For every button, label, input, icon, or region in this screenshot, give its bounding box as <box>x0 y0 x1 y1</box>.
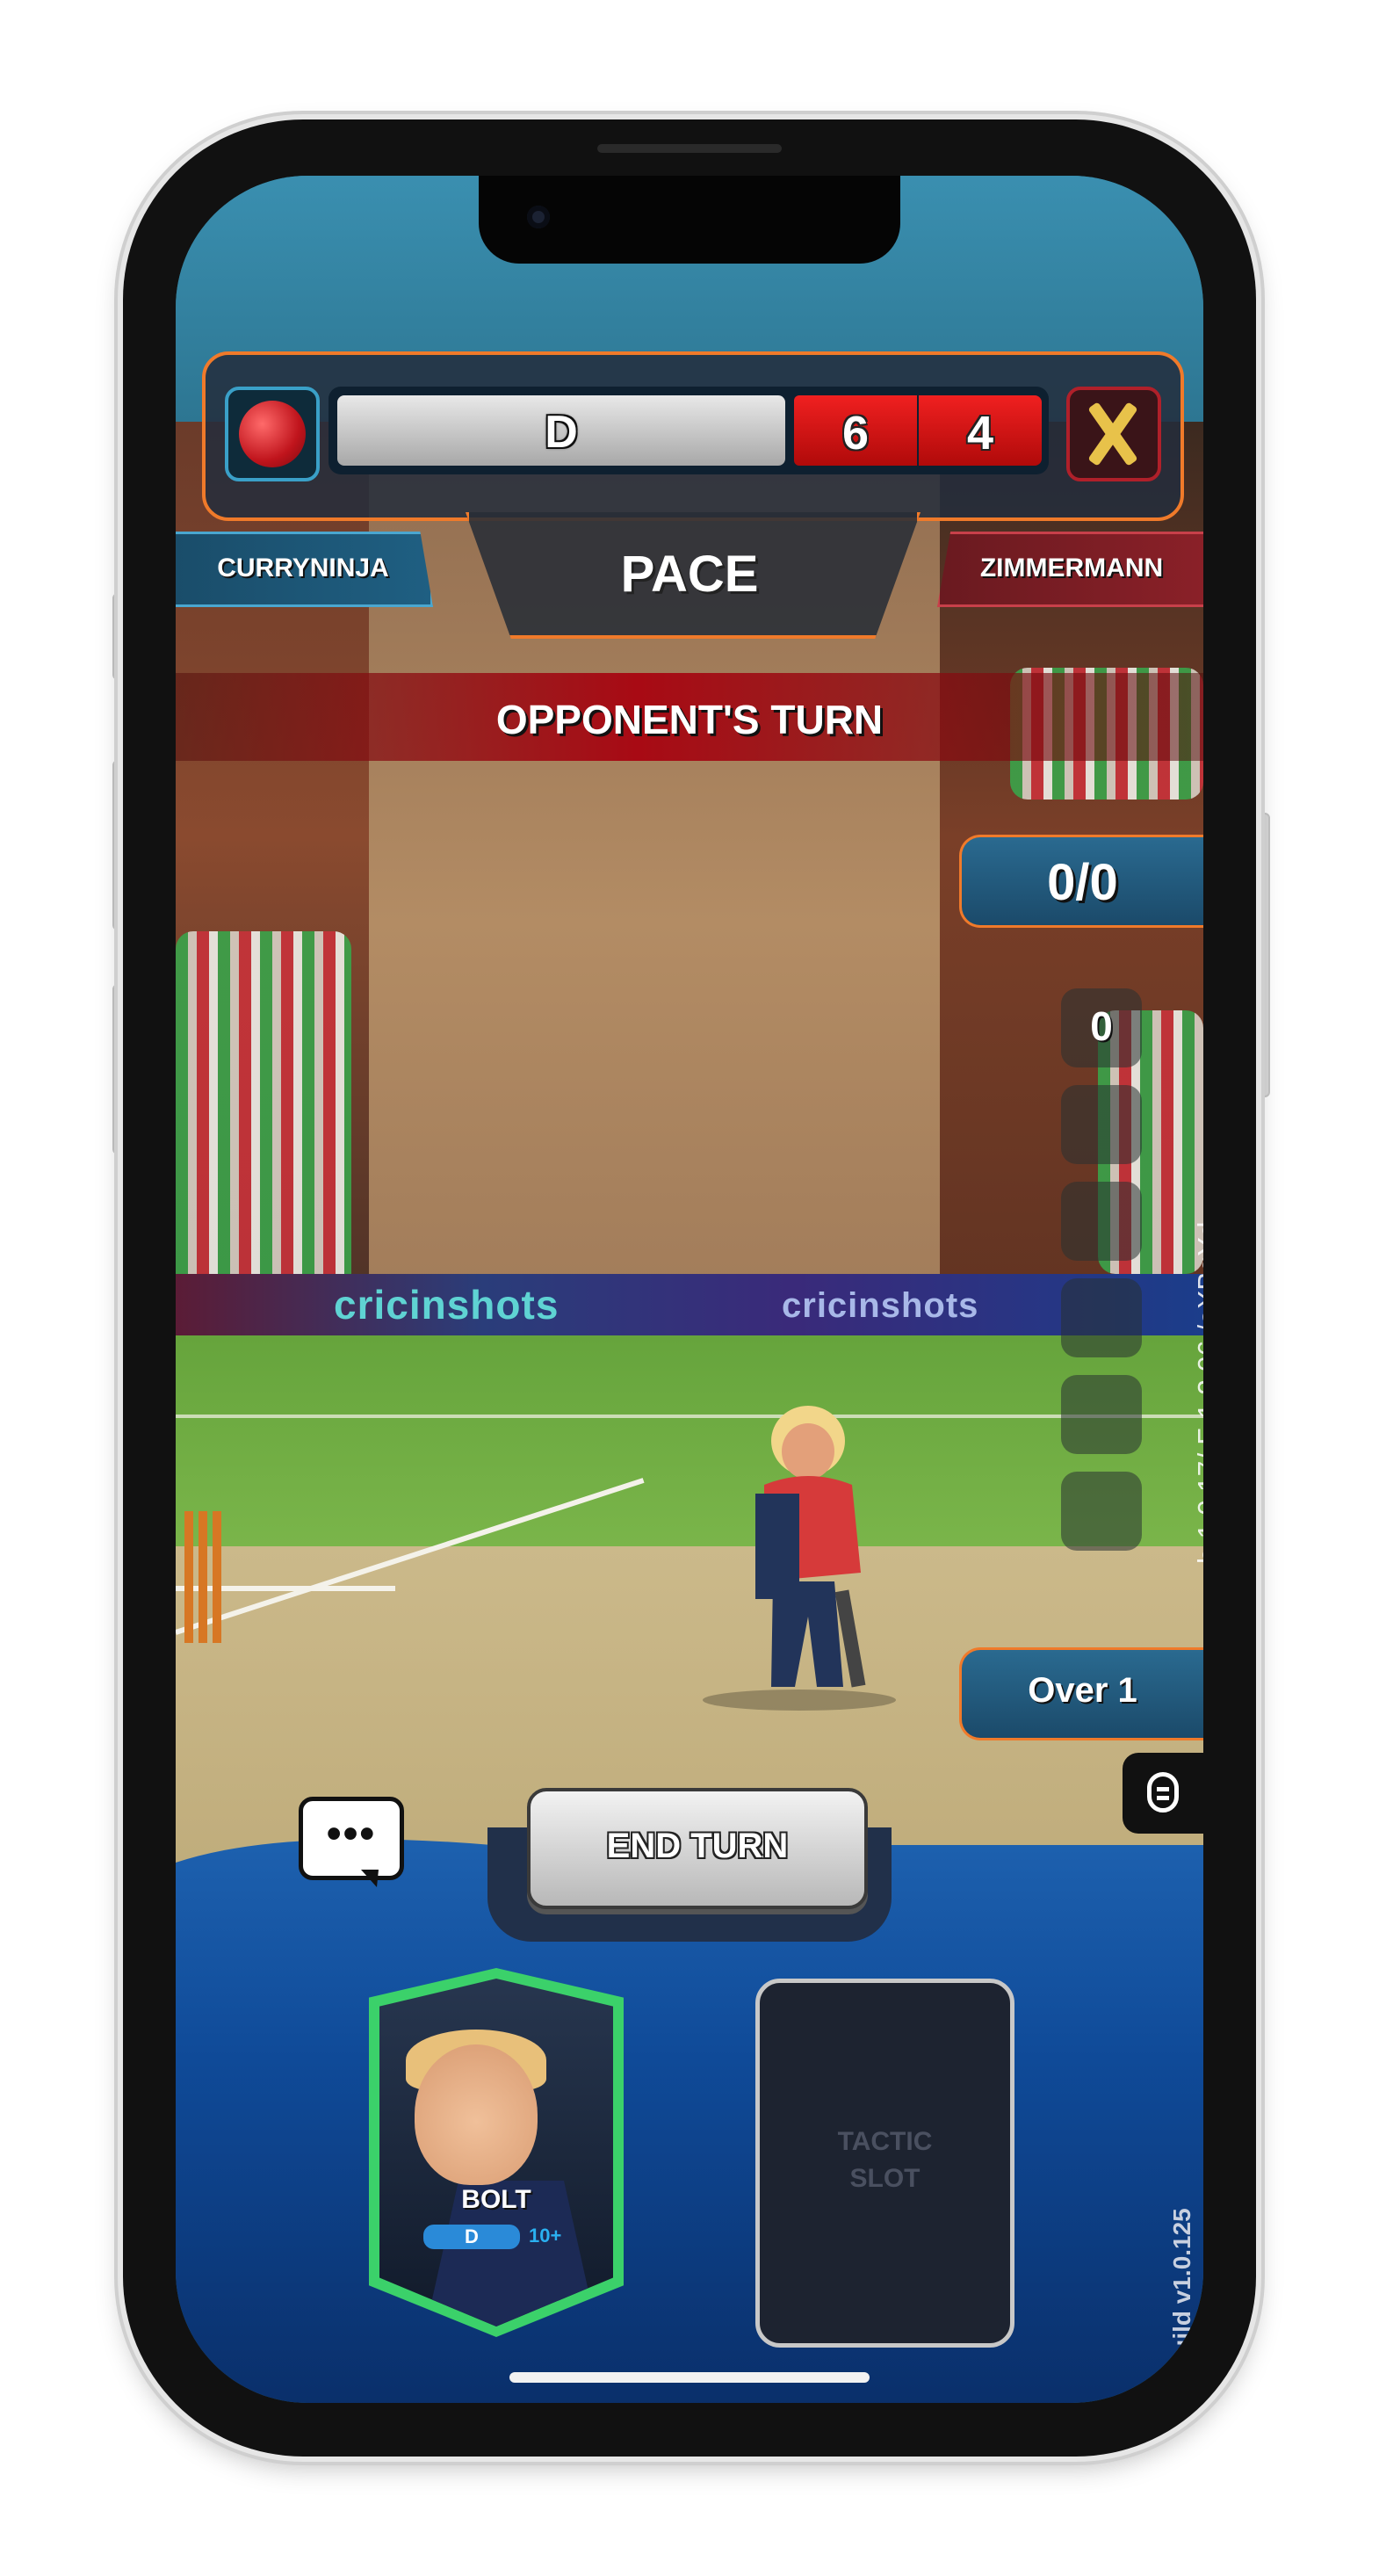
mode-label: PACE <box>620 546 759 603</box>
boundary-line <box>176 1415 1203 1418</box>
wickets-display: 0/0 <box>959 835 1203 928</box>
banner-logo: cricinshots <box>782 1286 979 1325</box>
bug-report-button[interactable] <box>1123 1753 1203 1834</box>
banner-logo: cricinshots <box>334 1282 560 1328</box>
turn-banner: OPPONENT'S TURN <box>176 673 1203 761</box>
ball-slot <box>1061 1278 1142 1357</box>
turn-text: OPPONENT'S TURN <box>495 697 884 742</box>
ball-slot-value: 0 <box>1090 1003 1113 1049</box>
score-value: 6 <box>841 407 870 459</box>
home-indicator[interactable] <box>509 2372 870 2383</box>
over-display: Over 1 <box>959 1647 1203 1740</box>
player-right-name: ZIMMERMANN <box>979 554 1164 582</box>
score-panel: D 6 4 <box>202 351 1184 521</box>
cricket-ball-icon <box>225 387 320 481</box>
score-value: 4 <box>966 407 994 459</box>
card-points: 10+ <box>529 2225 562 2247</box>
grade-box: D <box>337 395 785 466</box>
batsman-figure <box>703 1406 896 1711</box>
over-value: Over 1 <box>1028 1671 1137 1710</box>
card-art: BOLT D 10+ <box>379 1979 613 2326</box>
ball-slot <box>1061 1182 1142 1261</box>
bug-icon <box>1147 1772 1179 1813</box>
status-time: 9 <box>230 181 241 200</box>
player-left-name: CURRYNINJA <box>217 554 389 582</box>
ball-slot <box>1061 1375 1142 1454</box>
build-version: Build v1.0.125 <box>1168 2208 1195 2372</box>
player-right-tag: ZIMMERMANN <box>937 532 1203 607</box>
card-grade-badge: D <box>423 2225 520 2249</box>
sponsor-banner: cricinshots cricinshots <box>176 1274 1203 1335</box>
ball-slot <box>1061 1472 1142 1551</box>
ball-slot <box>1061 1085 1142 1164</box>
earpiece-speaker <box>597 144 782 153</box>
score-box: 6 <box>794 395 917 466</box>
wickets-value: 0/0 <box>1047 854 1118 911</box>
grade-label: D <box>545 407 578 458</box>
chat-icon: ••• <box>326 1811 377 1857</box>
chat-button[interactable]: ••• <box>299 1797 404 1887</box>
tactic-slot[interactable]: TACTIC SLOT <box>755 1979 1014 2348</box>
crossed-bats-icon <box>1066 387 1161 481</box>
end-turn-button[interactable]: END TURN <box>527 1788 868 1909</box>
debug-version: b-1.0.17/ F-1.2.06 /aXBqYd <box>1193 1221 1203 1564</box>
power-button <box>1258 813 1270 1097</box>
card-player-face <box>415 2044 538 2185</box>
player-card[interactable]: BOLT D 10+ <box>369 1968 624 2337</box>
tactic-slot-label: TACTIC SLOT <box>837 2127 933 2193</box>
stumps <box>184 1511 223 1643</box>
card-player-name: BOLT <box>461 2185 531 2214</box>
end-turn-label: END TURN <box>606 1827 789 1865</box>
notch <box>479 176 900 264</box>
player-left-tag: CURRYNINJA <box>176 532 433 607</box>
card-grade: D <box>465 2225 479 2247</box>
game-screen: 9 cricinshots cricinshots D 6 4 PACE CUR… <box>176 176 1203 2403</box>
score-box: 4 <box>919 395 1042 466</box>
front-camera <box>527 206 550 228</box>
ball-slot: 0 <box>1061 988 1142 1067</box>
score-bar: D 6 4 <box>329 387 1049 474</box>
